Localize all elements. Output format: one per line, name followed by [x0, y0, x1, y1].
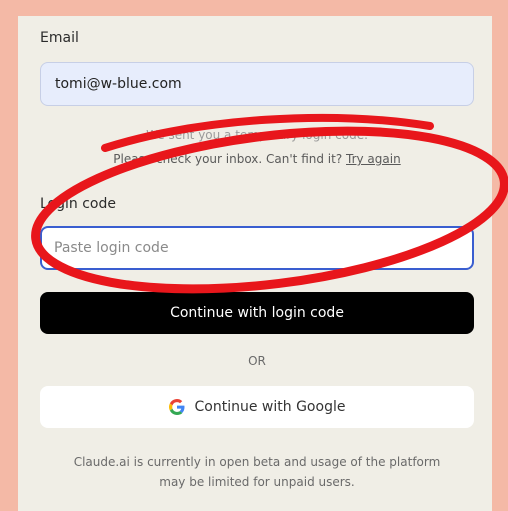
- login-panel: Email We sent you a temporary login code…: [18, 16, 492, 511]
- login-code-label: Login code: [40, 196, 116, 212]
- google-button-label: Continue with Google: [194, 399, 346, 415]
- email-field[interactable]: [40, 62, 474, 106]
- continue-with-google-button[interactable]: Continue with Google: [40, 386, 474, 428]
- beta-notice: Claude.ai is currently in open beta and …: [40, 452, 474, 492]
- or-divider-text: OR: [248, 354, 266, 368]
- continue-with-login-code-button[interactable]: Continue with login code: [40, 292, 474, 334]
- check-inbox-text: Please check your inbox. Can't find it? …: [40, 152, 474, 166]
- google-g-icon: [168, 399, 185, 415]
- email-label: Email: [40, 30, 79, 46]
- login-code-sent-text: We sent you a temporary login code.: [146, 128, 368, 142]
- beta-notice-line1: Claude.ai is currently in open beta and …: [73, 455, 441, 469]
- check-inbox-prefix: Please check your inbox. Can't find it?: [113, 152, 347, 166]
- try-again-link[interactable]: Try again: [346, 152, 401, 166]
- login-code-input[interactable]: [40, 226, 474, 270]
- beta-notice-line2: may be limited for unpaid users.: [159, 475, 355, 489]
